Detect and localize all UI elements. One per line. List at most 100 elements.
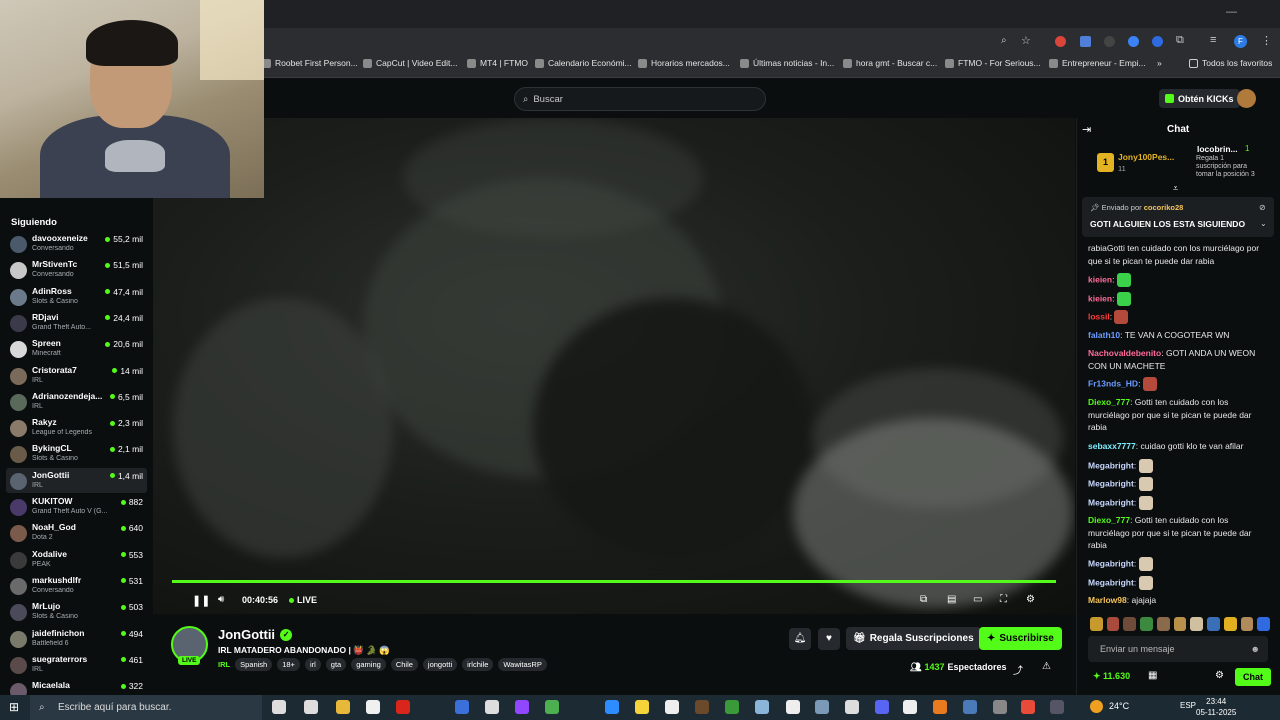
emote-icon[interactable]: [1223, 617, 1237, 631]
calendar-icon[interactable]: ▦: [1148, 670, 1157, 681]
user-avatar[interactable]: [1237, 89, 1256, 108]
emote-icon[interactable]: [1207, 617, 1220, 631]
app-icon[interactable]: [815, 700, 829, 714]
more-bookmarks-button[interactable]: »: [1157, 58, 1162, 68]
stream-category[interactable]: IRL: [218, 660, 230, 669]
puzzle-icon[interactable]: ⧉: [1176, 34, 1184, 47]
chat-username[interactable]: lossil: [1088, 311, 1110, 321]
all-favorites-folder[interactable]: Todos los favoritos: [1189, 58, 1272, 68]
fullscreen-icon[interactable]: ⛶: [1000, 594, 1007, 605]
collapse-chat-icon[interactable]: ⇥: [1082, 123, 1091, 136]
document-icon[interactable]: [485, 700, 499, 714]
top-gifter-name[interactable]: Jony100Pes...: [1118, 152, 1174, 162]
get-kicks-button[interactable]: Obtén KICKs: [1159, 89, 1240, 108]
sidebar-channel[interactable]: KUKITOW Grand Theft Auto V (G... 882: [6, 494, 147, 519]
sidebar-channel[interactable]: suegraterrors IRL 461: [6, 652, 147, 677]
sidebar-channel[interactable]: Xodalive PEAK 553: [6, 547, 147, 572]
bookmark[interactable]: Roobet First Person...: [262, 58, 358, 68]
send-chat-button[interactable]: Chat: [1235, 668, 1271, 686]
chat-username[interactable]: Megabright: [1088, 460, 1134, 470]
chat-settings-icon[interactable]: ⚙: [1215, 670, 1224, 681]
task-view-icon[interactable]: [304, 700, 318, 714]
chat-username[interactable]: Megabright: [1088, 577, 1134, 587]
pinned-message[interactable]: 📌︎ Enviado por cocoriko28 GOTI ALGUIEN L…: [1082, 197, 1274, 237]
extension-icon[interactable]: [1152, 36, 1163, 47]
file-explorer-icon[interactable]: [336, 700, 350, 714]
chrome-icon[interactable]: [1021, 700, 1035, 714]
bookmark[interactable]: Últimas noticias - In...: [740, 58, 834, 68]
sticky-notes-icon[interactable]: [635, 700, 649, 714]
sidebar-channel[interactable]: markushdlfr Conversando 531: [6, 573, 147, 598]
sidebar-channel[interactable]: MrLujo Slots & Casino 503: [6, 599, 147, 624]
emote-icon[interactable]: [1240, 617, 1254, 631]
share-icon[interactable]: ⤴: [1013, 662, 1023, 677]
sidebar-channel[interactable]: Rakyz League of Legends 2,3 mil: [6, 415, 147, 440]
star-icon[interactable]: ☆: [1021, 34, 1031, 47]
emote-icon[interactable]: [1173, 617, 1187, 631]
cortana-icon[interactable]: [272, 700, 286, 714]
zoom-icon[interactable]: ⌕: [1001, 35, 1007, 46]
unpin-icon[interactable]: ⊘: [1259, 203, 1266, 212]
chat-username[interactable]: Diexo_777: [1088, 515, 1130, 525]
sidebar-channel[interactable]: MrStivenTc Conversando 51,5 mil: [6, 257, 147, 282]
bookmark[interactable]: Horarios mercados...: [638, 58, 730, 68]
chat-input[interactable]: Enviar un mensaje ☻: [1088, 636, 1268, 662]
chevron-down-icon[interactable]: ⌄: [1260, 219, 1267, 228]
settings-icon[interactable]: [845, 700, 859, 714]
emote-icon[interactable]: [1106, 617, 1120, 631]
tiktok-icon[interactable]: [903, 700, 917, 714]
sidebar-channel[interactable]: AdinRoss Slots & Casino 47,4 mil: [6, 284, 147, 309]
capcut-icon[interactable]: [786, 700, 800, 714]
pip-icon[interactable]: ⧉: [920, 594, 927, 605]
chat-username[interactable]: Megabright: [1088, 558, 1134, 568]
extension-icon[interactable]: [1128, 36, 1139, 47]
windows-start-icon[interactable]: ⊞: [9, 700, 19, 714]
sidebar-channel[interactable]: JonGottii IRL 1,4 mil: [6, 467, 147, 493]
stream-tag[interactable]: 18+: [277, 658, 300, 671]
expand-icon[interactable]: ⩡: [1173, 183, 1178, 194]
clip-icon[interactable]: ▤: [947, 594, 956, 605]
sidebar-channel[interactable]: Spreen Minecraft 20,6 mil: [6, 336, 147, 361]
video-player[interactable]: [153, 118, 1075, 614]
gift-subs-button[interactable]: 🎁︎ Regala Suscripciones: [846, 627, 981, 650]
search-input[interactable]: ⌕ Buscar: [514, 87, 766, 111]
stream-tag[interactable]: WawitasRP: [498, 658, 547, 671]
app-icon[interactable]: [455, 700, 469, 714]
chat-username[interactable]: Fr13nds_HD: [1088, 378, 1138, 388]
sidebar-channel[interactable]: RDjavi Grand Theft Auto... 24,4 mil: [6, 310, 147, 335]
weather-temp[interactable]: 24°C: [1109, 701, 1129, 711]
follow-heart-icon[interactable]: ♥: [818, 628, 840, 650]
report-icon[interactable]: ⚠: [1042, 661, 1051, 672]
chat-username[interactable]: kieien: [1088, 274, 1112, 284]
stream-tag[interactable]: irl: [304, 658, 321, 671]
stream-tag[interactable]: jongotti: [422, 658, 458, 671]
emote-icon[interactable]: [1190, 617, 1204, 631]
app-icon[interactable]: [933, 700, 947, 714]
bookmark[interactable]: CapCut | Video Edit...: [363, 58, 457, 68]
pause-icon[interactable]: ❚❚: [192, 594, 210, 607]
profile-icon[interactable]: F: [1234, 35, 1247, 48]
volume-icon[interactable]: 🔊︎: [218, 594, 224, 605]
opera-icon[interactable]: [396, 700, 410, 714]
zoom-icon[interactable]: [605, 700, 619, 714]
steam-icon[interactable]: [963, 700, 977, 714]
sidebar-channel[interactable]: Cristorata7 IRL 14 mil: [6, 363, 147, 388]
chat-username[interactable]: Nachovaldebenito: [1088, 348, 1161, 358]
channel-points[interactable]: ✦ 11.630: [1093, 671, 1130, 682]
bookmark[interactable]: Entrepreneur - Empi...: [1049, 58, 1146, 68]
extension-icon[interactable]: [1104, 36, 1115, 47]
bookmark[interactable]: MT4 | FTMO: [467, 58, 528, 68]
chat-username[interactable]: kieien: [1088, 293, 1112, 303]
chat-username[interactable]: Diexo_777: [1088, 397, 1130, 407]
translate-extension-icon[interactable]: [1080, 36, 1091, 47]
minecraft-icon[interactable]: [695, 700, 709, 714]
chat-username[interactable]: sebaxx7777: [1088, 441, 1136, 451]
emote-icon[interactable]: [1140, 617, 1153, 631]
bookmark[interactable]: FTMO - For Serious...: [945, 58, 1041, 68]
discord-icon[interactable]: [875, 700, 889, 714]
chat-username[interactable]: falath10: [1088, 330, 1120, 340]
minecraft-launcher-icon[interactable]: [725, 700, 739, 714]
emote-icon[interactable]: [1156, 617, 1170, 631]
app-icon[interactable]: [755, 700, 769, 714]
notification-bell-icon[interactable]: 🔔︎: [789, 628, 811, 650]
